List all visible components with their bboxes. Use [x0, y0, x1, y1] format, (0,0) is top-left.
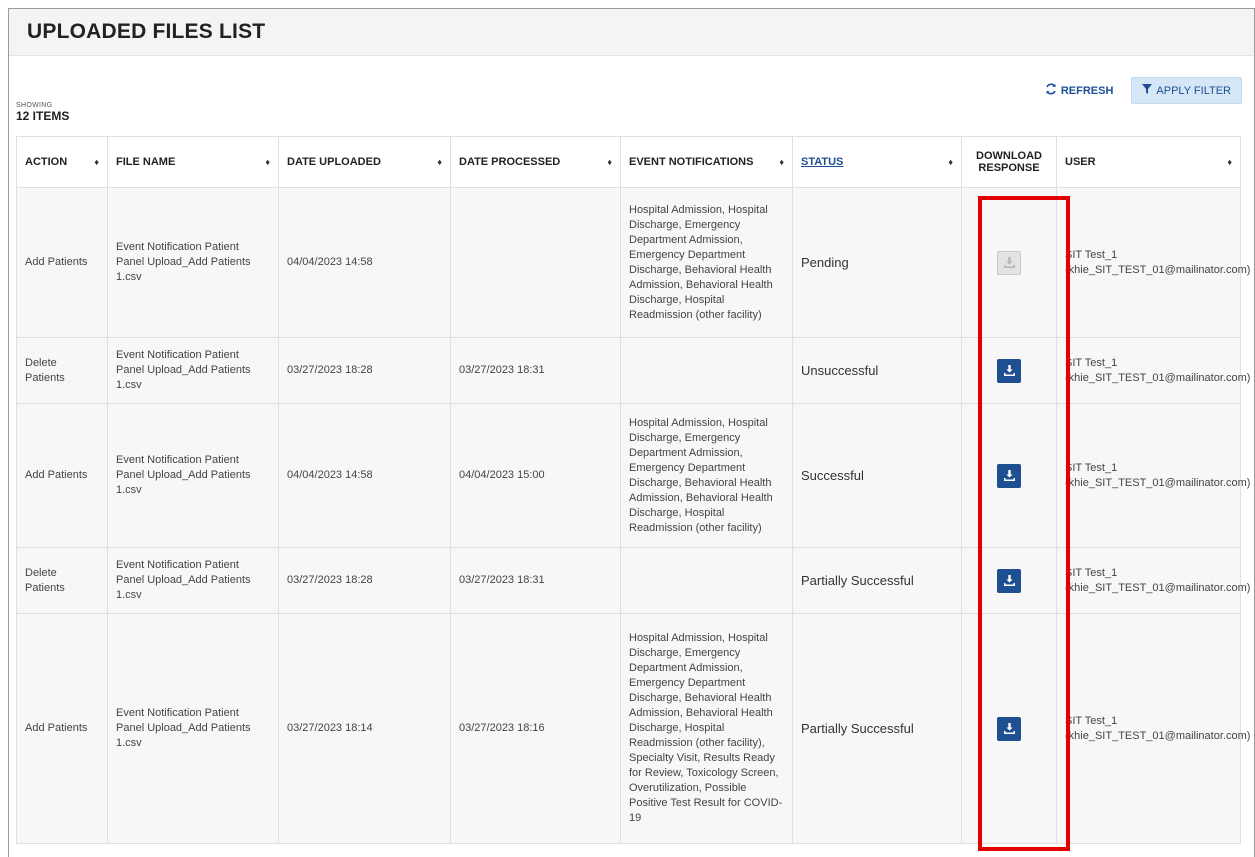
cell-file-name: Event Notification Patient Panel Upload_…: [107, 403, 279, 548]
sort-icon[interactable]: ♦: [948, 157, 953, 167]
column-header-status[interactable]: STATUS ♦: [792, 136, 962, 188]
cell-event-notifications: Hospital Admission, Hospital Discharge, …: [620, 403, 793, 548]
apply-filter-label: APPLY FILTER: [1156, 84, 1231, 97]
cell-status: Partially Successful: [792, 613, 962, 844]
cell-user: SIT Test_1 (khie_SIT_TEST_01@mailinator.…: [1056, 613, 1250, 844]
download-icon: [1003, 257, 1015, 268]
column-header-date-uploaded[interactable]: DATE UPLOADED ♦: [278, 136, 451, 188]
sort-icon[interactable]: ♦: [1227, 157, 1232, 167]
sort-icon[interactable]: ♦: [94, 157, 99, 167]
column-header-action[interactable]: ACTION ♦: [16, 136, 108, 188]
cell-date-uploaded: 03/27/2023 18:28: [278, 547, 451, 614]
cell-date-uploaded: 04/04/2023 14:58: [278, 403, 451, 548]
cell-download: [961, 337, 1057, 404]
cell-download: [961, 613, 1057, 844]
cell-date-processed: 03/27/2023 18:16: [450, 613, 621, 844]
cell-status: Unsuccessful: [792, 337, 962, 404]
table-row: Delete Patients Event Notification Patie…: [16, 337, 1250, 404]
cell-date-processed: [450, 187, 621, 338]
apply-filter-button[interactable]: APPLY FILTER: [1131, 77, 1242, 104]
column-header-event-notifications[interactable]: EVENT NOTIFICATIONS ♦: [620, 136, 793, 188]
column-header-file-name[interactable]: FILE NAME ♦: [107, 136, 279, 188]
cell-download: [961, 187, 1057, 338]
table-row: Add Patients Event Notification Patient …: [16, 613, 1250, 844]
cell-event-notifications: [620, 337, 793, 404]
cell-action: Add Patients: [16, 187, 108, 338]
showing-count: 12 ITEMS: [16, 109, 70, 123]
cell-action: Add Patients: [16, 403, 108, 548]
cell-file-name: Event Notification Patient Panel Upload_…: [107, 547, 279, 614]
table-row: Add Patients Event Notification Patient …: [16, 187, 1250, 338]
cell-file-name: Event Notification Patient Panel Upload_…: [107, 187, 279, 338]
cell-action: Add Patients: [16, 613, 108, 844]
cell-date-processed: 03/27/2023 18:31: [450, 337, 621, 404]
cell-user: SIT Test_1 (khie_SIT_TEST_01@mailinator.…: [1056, 337, 1250, 404]
page-title: UPLOADED FILES LIST: [27, 20, 266, 43]
cell-action: Delete Patients: [16, 337, 108, 404]
cell-event-notifications: Hospital Admission, Hospital Discharge, …: [620, 187, 793, 338]
table-header-row: ACTION ♦ FILE NAME ♦ DATE UPLOADED ♦ DATE P…: [16, 136, 1241, 188]
download-button[interactable]: [997, 568, 1021, 593]
refresh-icon: [1045, 83, 1057, 98]
cell-status: Partially Successful: [792, 547, 962, 614]
download-icon: [1003, 575, 1015, 586]
cell-download: [961, 403, 1057, 548]
toolbar: REFRESH APPLY FILTER: [1041, 77, 1242, 104]
cell-status: Successful: [792, 403, 962, 548]
table-row: Delete Patients Event Notification Patie…: [16, 547, 1250, 614]
cell-date-processed: 03/27/2023 18:31: [450, 547, 621, 614]
cell-action: Delete Patients: [16, 547, 108, 614]
cell-event-notifications: [620, 547, 793, 614]
sort-icon[interactable]: ♦: [779, 157, 784, 167]
refresh-button[interactable]: REFRESH: [1041, 77, 1118, 104]
cell-date-uploaded: 03/27/2023 18:28: [278, 337, 451, 404]
refresh-label: REFRESH: [1060, 84, 1114, 97]
column-header-download-response: DOWNLOAD RESPONSE: [961, 136, 1057, 188]
filter-icon: [1142, 84, 1153, 97]
cell-date-uploaded: 04/04/2023 14:58: [278, 187, 451, 338]
cell-file-name: Event Notification Patient Panel Upload_…: [107, 337, 279, 404]
cell-file-name: Event Notification Patient Panel Upload_…: [107, 613, 279, 844]
sort-icon[interactable]: ♦: [607, 157, 612, 167]
cell-user: SIT Test_1 (khie_SIT_TEST_01@mailinator.…: [1056, 187, 1250, 338]
download-button[interactable]: [997, 463, 1021, 488]
download-icon: [1003, 723, 1015, 734]
cell-status: Pending: [792, 187, 962, 338]
cell-date-uploaded: 03/27/2023 18:14: [278, 613, 451, 844]
cell-event-notifications: Hospital Admission, Hospital Discharge, …: [620, 613, 793, 844]
column-header-date-processed[interactable]: DATE PROCESSED ♦: [450, 136, 621, 188]
cell-download: [961, 547, 1057, 614]
sort-icon[interactable]: ♦: [265, 157, 270, 167]
download-button[interactable]: [997, 250, 1021, 275]
cell-user: SIT Test_1 (khie_SIT_TEST_01@mailinator.…: [1056, 547, 1250, 614]
table-row: Add Patients Event Notification Patient …: [16, 403, 1250, 548]
column-header-user[interactable]: USER ♦: [1056, 136, 1241, 188]
download-icon: [1003, 470, 1015, 481]
download-button[interactable]: [997, 716, 1021, 741]
download-button[interactable]: [997, 358, 1021, 383]
item-count: SHOWING 12 ITEMS: [16, 101, 69, 123]
sort-icon[interactable]: ♦: [437, 157, 442, 167]
uploaded-files-table: ACTION ♦ FILE NAME ♦ DATE UPLOADED ♦ DATE P…: [16, 136, 1250, 844]
download-icon: [1003, 365, 1015, 376]
panel-header: UPLOADED FILES LIST: [9, 9, 1254, 56]
cell-user: SIT Test_1 (khie_SIT_TEST_01@mailinator.…: [1056, 403, 1250, 548]
cell-date-processed: 04/04/2023 15:00: [450, 403, 621, 548]
